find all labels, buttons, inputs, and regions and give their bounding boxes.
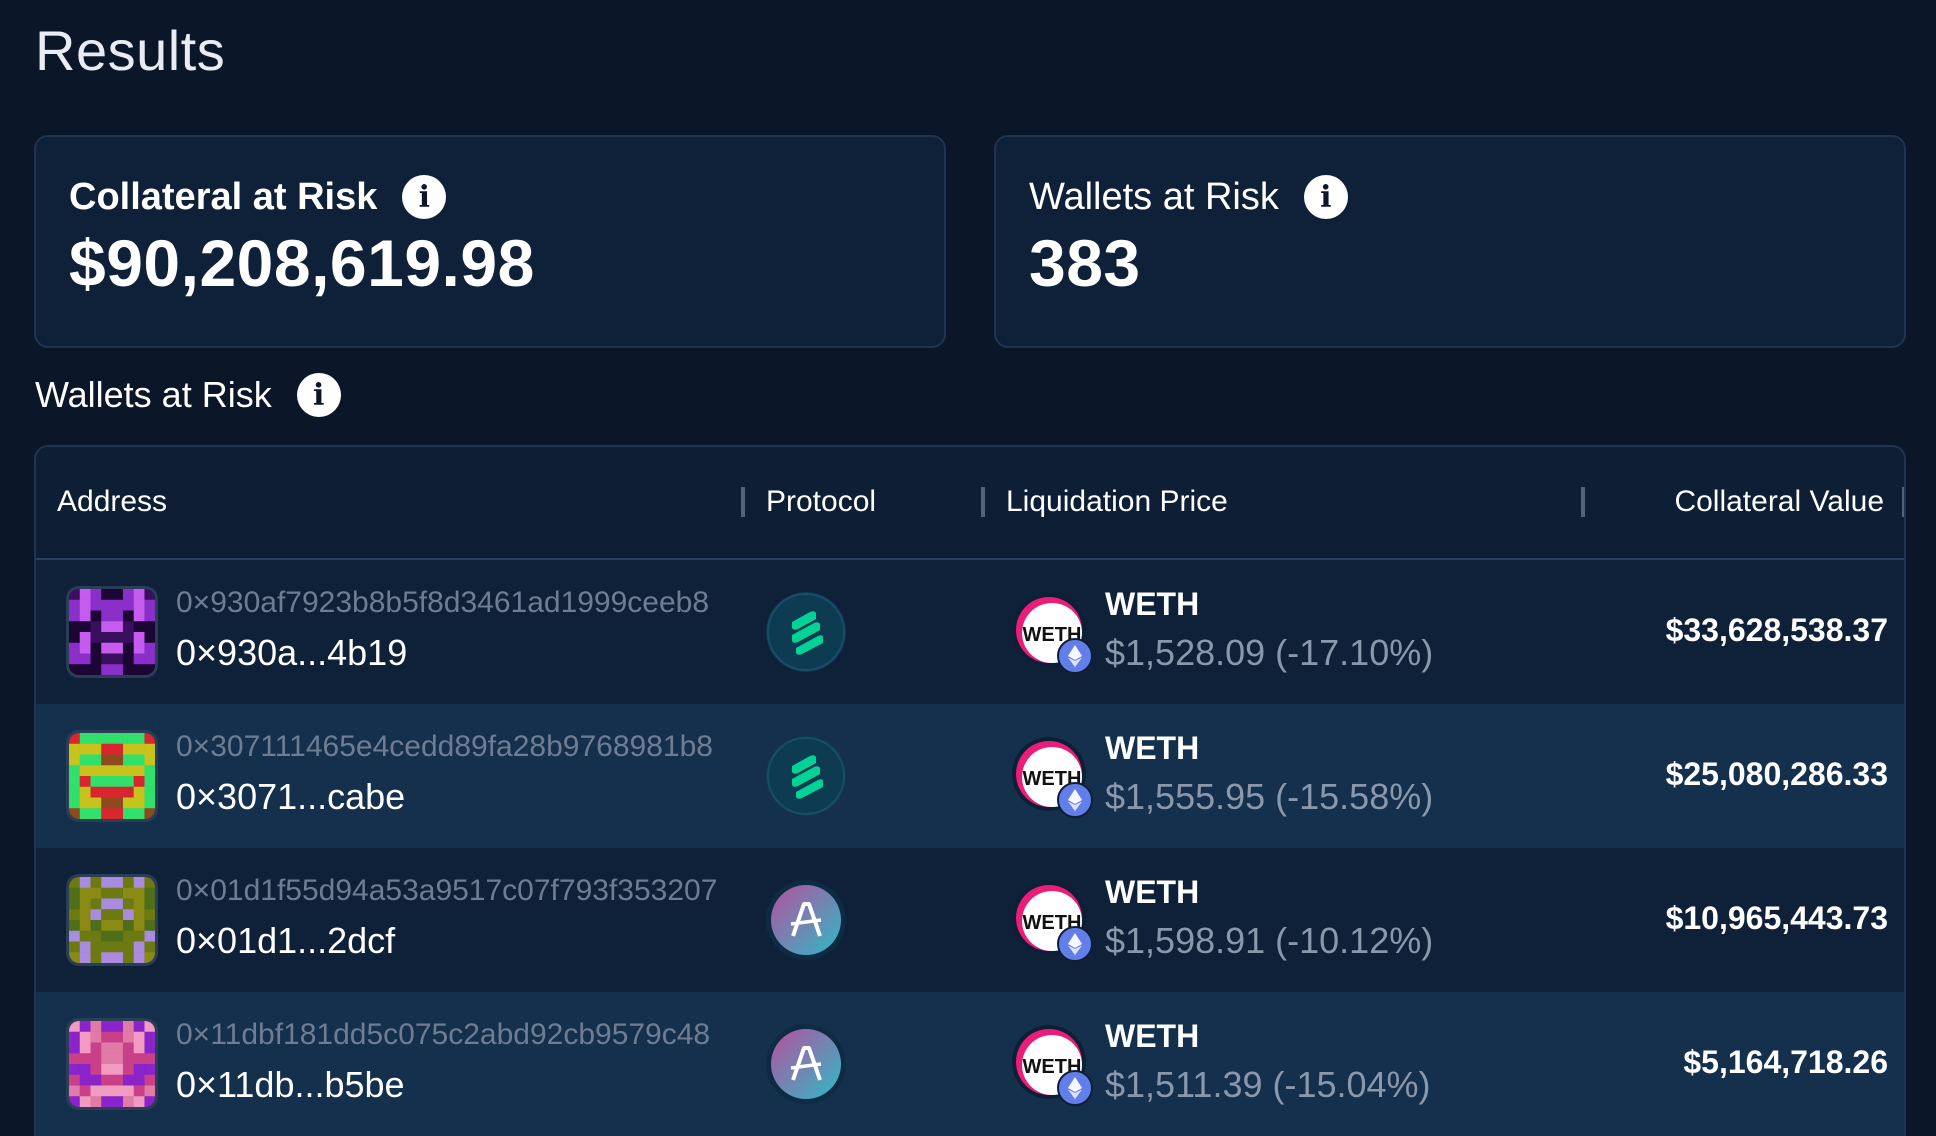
collateral-at-risk-card: Collateral at Risk i $90,208,619.98 bbox=[34, 135, 946, 348]
address-short[interactable]: 0×01d1...2dcf bbox=[176, 920, 395, 962]
weth-token-icon: WETH bbox=[1011, 592, 1093, 674]
collateral-value: $10,965,443.73 bbox=[1665, 900, 1888, 936]
token-name: WETH bbox=[1105, 586, 1200, 622]
column-header-collateral-value[interactable]: Collateral Value bbox=[1674, 485, 1884, 519]
collateral-at-risk-header: Collateral at Risk i bbox=[69, 175, 447, 219]
table-row[interactable]: 0×01d1f55d94a53a9517c07f793f353207 0×01d… bbox=[36, 848, 1904, 992]
liquidation-price: $1,555.95 (-15.58%) bbox=[1105, 776, 1434, 817]
column-header-address[interactable]: Address bbox=[57, 485, 167, 519]
table-header: Address Protocol Liquidation Price Colla… bbox=[36, 447, 1904, 560]
wallets-at-risk-label: Wallets at Risk bbox=[1029, 175, 1279, 218]
info-icon[interactable]: i bbox=[402, 175, 447, 219]
info-icon[interactable]: i bbox=[1303, 175, 1348, 219]
token-name: WETH bbox=[1105, 730, 1200, 766]
liquidation-price: $1,511.39 (-15.04%) bbox=[1105, 1064, 1431, 1105]
wallet-avatar bbox=[69, 877, 155, 963]
address-short[interactable]: 0×3071...cabe bbox=[176, 776, 405, 818]
address-short[interactable]: 0×11db...b5be bbox=[176, 1064, 405, 1106]
collateral-at-risk-value: $90,208,619.98 bbox=[69, 226, 535, 300]
collateral-value: $33,628,538.37 bbox=[1665, 612, 1888, 648]
token-name: WETH bbox=[1105, 874, 1200, 910]
weth-token-icon: WETH bbox=[1011, 1024, 1093, 1106]
page-title: Results bbox=[35, 19, 226, 82]
token-name: WETH bbox=[1105, 1018, 1200, 1054]
liquidation-price: $1,528.09 (-17.10%) bbox=[1105, 632, 1434, 673]
wallets-at-risk-card: Wallets at Risk i 383 bbox=[994, 135, 1906, 348]
column-header-liquidation-price[interactable]: Liquidation Price bbox=[1006, 485, 1228, 519]
column-resize-handle[interactable] bbox=[1581, 487, 1585, 517]
weth-token-icon: WETH bbox=[1011, 880, 1093, 962]
info-icon[interactable]: i bbox=[296, 373, 341, 417]
liquidation-price: $1,598.91 (-10.12%) bbox=[1105, 920, 1434, 961]
column-header-protocol[interactable]: Protocol bbox=[766, 485, 876, 519]
wallets-at-risk-value: 383 bbox=[1029, 226, 1141, 300]
column-resize-handle[interactable] bbox=[1902, 487, 1904, 517]
address-short[interactable]: 0×930a...4b19 bbox=[176, 632, 407, 674]
wallets-table-heading: Wallets at Risk i bbox=[35, 373, 341, 417]
address-full: 0×11dbf181dd5c075c2abd92cb9579c48 bbox=[176, 1018, 711, 1051]
address-full: 0×01d1f55d94a53a9517c07f793f353207 bbox=[176, 874, 718, 907]
table-row[interactable]: 0×11dbf181dd5c075c2abd92cb9579c48 0×11db… bbox=[36, 992, 1904, 1136]
wallet-avatar bbox=[69, 1021, 155, 1107]
wallet-avatar bbox=[69, 733, 155, 819]
address-full: 0×930af7923b8b5f8d3461ad1999ceeb8 bbox=[176, 586, 710, 619]
column-resize-handle[interactable] bbox=[981, 487, 985, 517]
aave-icon bbox=[766, 1024, 846, 1104]
column-resize-handle[interactable] bbox=[741, 487, 745, 517]
table-row[interactable]: 0×307111465e4cedd89fa28b9768981b8 0×3071… bbox=[36, 704, 1904, 848]
section-label: Wallets at Risk bbox=[35, 374, 272, 415]
weth-token-icon: WETH bbox=[1011, 736, 1093, 818]
wallet-avatar bbox=[69, 589, 155, 675]
table-row[interactable]: 0×930af7923b8b5f8d3461ad1999ceeb8 0×930a… bbox=[36, 560, 1904, 704]
aave-icon bbox=[766, 880, 846, 960]
collateral-value: $5,164,718.26 bbox=[1683, 1044, 1888, 1080]
compound-icon bbox=[766, 592, 846, 672]
collateral-at-risk-label: Collateral at Risk bbox=[69, 175, 378, 218]
wallets-at-risk-header: Wallets at Risk i bbox=[1029, 175, 1348, 219]
compound-icon bbox=[766, 736, 846, 816]
collateral-value: $25,080,286.33 bbox=[1665, 756, 1888, 792]
wallets-table: Address Protocol Liquidation Price Colla… bbox=[34, 445, 1906, 1136]
address-full: 0×307111465e4cedd89fa28b9768981b8 bbox=[176, 730, 713, 763]
